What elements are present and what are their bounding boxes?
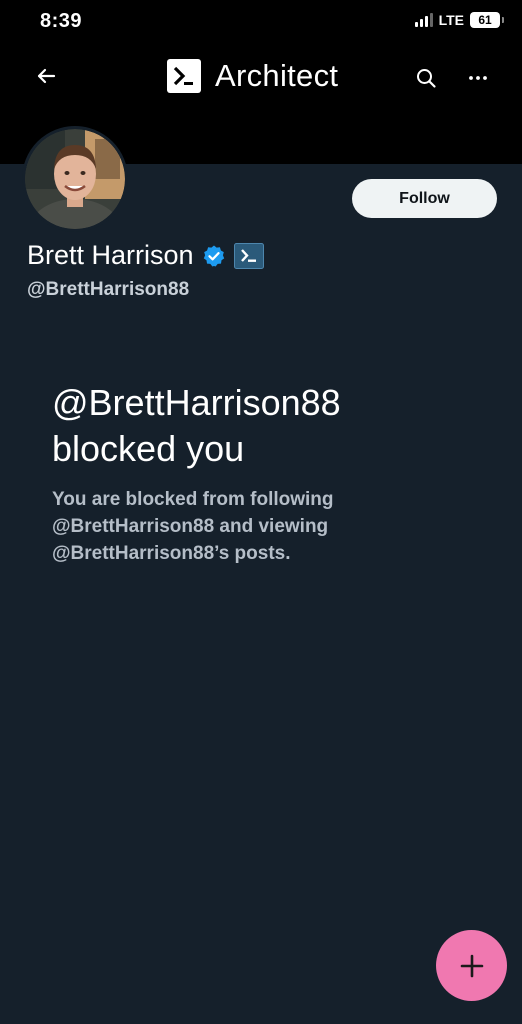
verified-icon[interactable] bbox=[202, 244, 226, 268]
follow-button[interactable]: Follow bbox=[352, 179, 497, 218]
status-time: 8:39 bbox=[40, 10, 83, 32]
blocked-description: You are blocked from following @BrettHar… bbox=[52, 486, 472, 567]
more-icon[interactable] bbox=[466, 66, 490, 90]
blocked-desc-line-1: You are blocked from following bbox=[52, 489, 334, 510]
back-arrow-icon[interactable] bbox=[34, 64, 58, 88]
battery-icon: 61 bbox=[470, 12, 504, 28]
plus-icon bbox=[460, 954, 483, 977]
avatar[interactable] bbox=[22, 126, 128, 232]
status-bar: 8:39 LTE 61 bbox=[0, 0, 522, 44]
search-icon[interactable] bbox=[414, 66, 438, 90]
compose-post-button[interactable] bbox=[436, 930, 507, 1001]
blocked-desc-line-3: @BrettHarrison88’s posts. bbox=[52, 543, 291, 564]
signal-icon bbox=[414, 13, 433, 27]
blocked-title: @BrettHarrison88 blocked you bbox=[52, 380, 492, 472]
blocked-title-text: blocked you bbox=[52, 428, 245, 469]
blocked-desc-line-2: @BrettHarrison88 and viewing bbox=[52, 516, 329, 537]
display-name-row: Brett Harrison bbox=[27, 240, 264, 271]
network-type: LTE bbox=[438, 12, 464, 28]
status-indicators: LTE 61 bbox=[414, 12, 504, 28]
affiliate-badge-icon[interactable] bbox=[233, 242, 264, 269]
brand: Architect bbox=[167, 58, 338, 94]
nav-bar: Architect bbox=[0, 52, 522, 104]
architect-logo-icon bbox=[167, 59, 201, 93]
display-name: Brett Harrison bbox=[27, 240, 194, 270]
blocked-title-handle: @BrettHarrison88 bbox=[52, 382, 341, 423]
profile-handle: @BrettHarrison88 bbox=[27, 279, 190, 300]
brand-name: Architect bbox=[215, 58, 339, 93]
